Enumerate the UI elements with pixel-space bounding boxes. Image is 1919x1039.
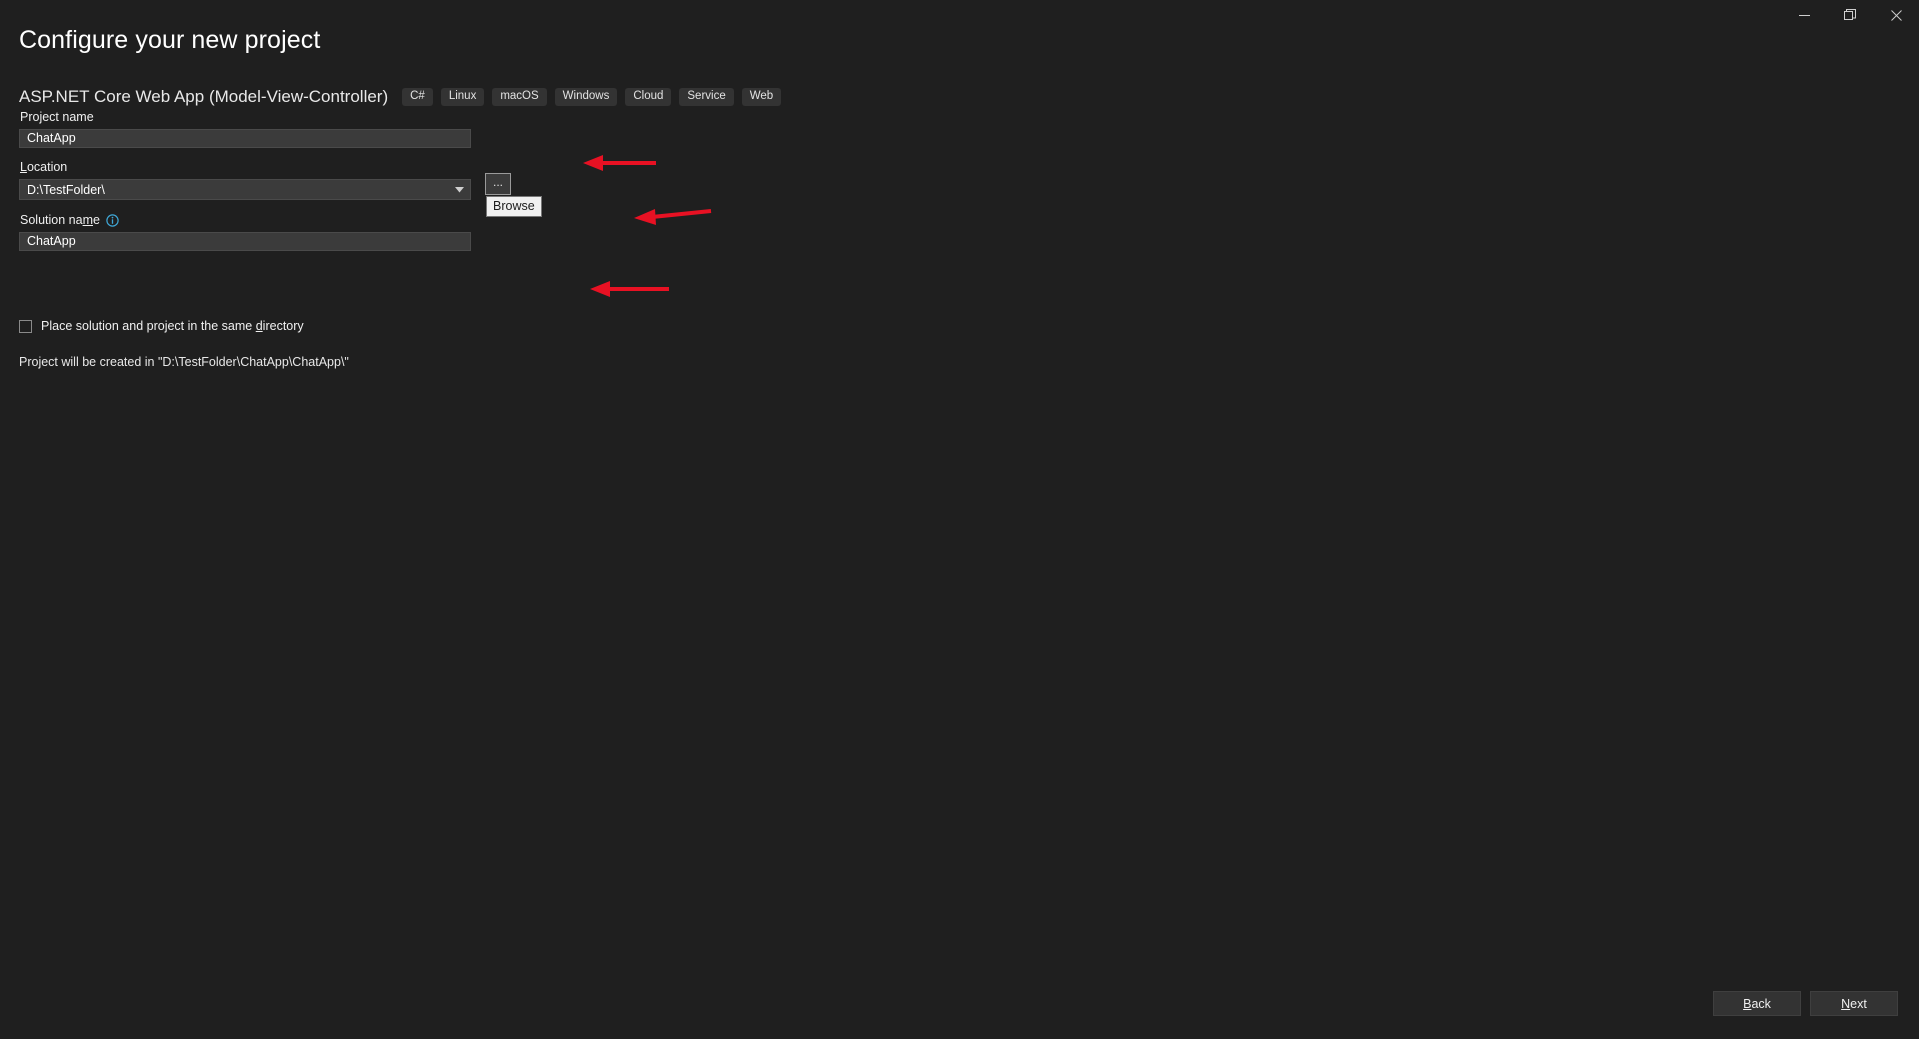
annotation-arrow-project-name	[583, 155, 656, 171]
browse-button-label: ...	[492, 175, 503, 189]
template-tag: C#	[402, 87, 433, 107]
solution-name-label: Solution name	[20, 213, 471, 227]
location-label-accel: L	[20, 160, 27, 174]
same-directory-label-pre: Place solution and project in the same	[41, 319, 256, 333]
solution-name-label-pre: Solution na	[20, 213, 83, 227]
project-name-input[interactable]	[19, 129, 471, 148]
location-row: Location D:\TestFolder\	[19, 160, 471, 200]
location-label: Location	[20, 160, 471, 174]
annotation-arrow-browse-button	[634, 209, 712, 225]
page-title: Configure your new project	[19, 26, 321, 54]
same-directory-label-post: irectory	[262, 319, 304, 333]
template-summary: ASP.NET Core Web App (Model-View-Control…	[19, 87, 782, 107]
same-directory-label-accel: d	[255, 319, 263, 333]
dialog-footer: Back Next	[0, 979, 1919, 1039]
back-button-accel: B	[1743, 996, 1752, 1011]
solution-name-row: Solution name	[19, 213, 471, 251]
project-name-row: Project name	[19, 110, 471, 148]
chevron-down-icon[interactable]	[451, 180, 467, 199]
location-value: D:\TestFolder\	[27, 182, 105, 197]
configure-project-dialog: Configure your new project ASP.NET Core …	[0, 0, 1919, 1039]
solution-name-label-accel: m	[82, 213, 93, 227]
project-name-label: Project name	[20, 110, 94, 124]
minimize-button[interactable]	[1781, 0, 1827, 30]
location-combobox[interactable]: D:\TestFolder\	[19, 179, 471, 200]
template-tag: Linux	[440, 87, 485, 107]
template-tag: Windows	[554, 87, 618, 107]
same-directory-checkbox-row[interactable]: Place solution and project in the same d…	[19, 319, 304, 333]
next-button-accel: N	[1841, 996, 1851, 1011]
info-icon[interactable]	[106, 214, 119, 227]
restore-button[interactable]	[1827, 0, 1873, 30]
template-tag: Cloud	[625, 87, 672, 107]
same-directory-checkbox[interactable]	[19, 319, 32, 333]
template-tag-list: C# Linux macOS Windows Cloud Service Web	[402, 87, 782, 107]
project-path-status: Project will be created in "D:\TestFolde…	[19, 355, 349, 369]
solution-name-label-post: e	[92, 213, 100, 227]
location-label-rest: ocation	[26, 160, 68, 174]
restore-icon	[1844, 9, 1856, 20]
browse-button[interactable]: ...	[485, 173, 511, 195]
annotation-arrow-solution-name	[590, 281, 669, 297]
browse-tooltip: Browse	[486, 196, 542, 217]
template-name: ASP.NET Core Web App (Model-View-Control…	[19, 87, 389, 106]
next-button[interactable]: Next	[1810, 991, 1898, 1016]
close-button[interactable]	[1873, 0, 1919, 30]
template-tag: macOS	[492, 87, 547, 107]
back-button-label: ack	[1751, 996, 1771, 1011]
solution-name-input[interactable]	[19, 232, 471, 251]
back-button[interactable]: Back	[1713, 991, 1801, 1016]
template-tag: Web	[741, 87, 782, 107]
minimize-icon	[1798, 14, 1810, 16]
close-icon	[1890, 9, 1902, 21]
next-button-label: ext	[1850, 996, 1867, 1011]
same-directory-label: Place solution and project in the same d…	[41, 319, 304, 333]
footer-button-group: Back Next	[1713, 991, 1898, 1016]
template-tag: Service	[679, 87, 734, 107]
